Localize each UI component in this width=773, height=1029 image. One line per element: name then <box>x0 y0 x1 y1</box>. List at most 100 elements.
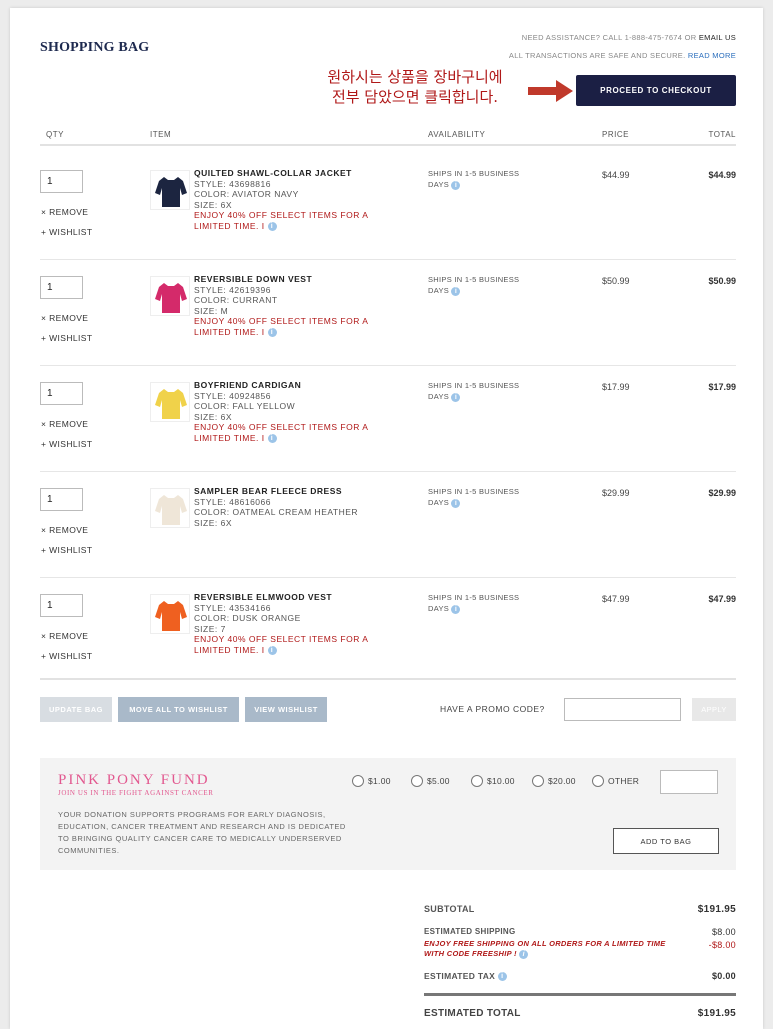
pink-pony-fund: PINK PONY FUND JOIN US IN THE FIGHT AGAI… <box>40 758 736 870</box>
donation-option-other[interactable]: OTHER <box>592 775 639 787</box>
quantity-input[interactable] <box>40 488 83 511</box>
remove-link[interactable]: × REMOVE <box>41 207 88 217</box>
col-price: PRICE <box>602 130 629 139</box>
product-name[interactable]: SAMPLER BEAR FLEECE DRESS <box>194 486 394 497</box>
info-icon[interactable]: i <box>451 286 461 296</box>
quantity-input[interactable] <box>40 170 83 193</box>
product-thumbnail[interactable] <box>150 276 190 316</box>
product-name[interactable]: REVERSIBLE DOWN VEST <box>194 274 394 285</box>
product-name[interactable]: BOYFRIEND CARDIGAN <box>194 380 394 391</box>
style-label: STYLE: <box>194 602 227 613</box>
view-wishlist-button[interactable]: VIEW WISHLIST <box>245 697 327 722</box>
col-item: ITEM <box>150 130 172 139</box>
add-to-bag-button[interactable]: ADD TO BAG <box>613 828 719 854</box>
product-name[interactable]: REVERSIBLE ELMWOOD VEST <box>194 592 394 603</box>
info-icon[interactable]: i <box>451 498 461 508</box>
info-icon[interactable]: i <box>267 221 277 231</box>
read-more-link[interactable]: READ MORE <box>688 51 736 60</box>
remove-link[interactable]: × REMOVE <box>41 313 88 323</box>
availability-text: SHIPS IN 1-5 BUSINESS DAYS <box>428 169 520 189</box>
apply-button[interactable]: APPLY <box>692 698 736 721</box>
promo-text: ENJOY 40% OFF SELECT ITEMS FOR A LIMITED… <box>194 422 368 443</box>
product-name[interactable]: QUILTED SHAWL-COLLAR JACKET <box>194 168 394 179</box>
product-image <box>155 283 187 313</box>
quantity-input[interactable] <box>40 382 83 405</box>
product-info: REVERSIBLE ELMWOOD VEST STYLE: 43534166 … <box>194 592 394 655</box>
remove-link[interactable]: × REMOVE <box>41 525 88 535</box>
item-total: $44.99 <box>708 170 736 180</box>
move-all-to-wishlist-button[interactable]: MOVE ALL TO WISHLIST <box>118 697 239 722</box>
donation-option-20[interactable]: $20.00 <box>532 775 576 787</box>
other-amount-input[interactable] <box>660 770 718 794</box>
add-to-wishlist-link[interactable]: + WISHLIST <box>41 333 92 343</box>
style-number: 42619396 <box>229 284 271 295</box>
donation-option-label: OTHER <box>608 776 640 786</box>
color-label: COLOR: <box>194 401 230 411</box>
size-value: 6X <box>220 199 233 210</box>
size-label: SIZE: <box>194 517 218 528</box>
info-icon[interactable]: i <box>451 392 461 402</box>
donation-option-1[interactable]: $1.00 <box>352 775 391 787</box>
availability: SHIPS IN 1-5 BUSINESS DAYS i <box>428 486 538 508</box>
size-value: M <box>220 305 229 316</box>
info-icon[interactable]: i <box>267 645 277 655</box>
size-value: 6X <box>220 517 233 528</box>
size-label: SIZE: <box>194 411 218 422</box>
tax-label-wrap: ESTIMATED TAX i <box>424 971 507 982</box>
product-thumbnail[interactable] <box>150 382 190 422</box>
email-us-link[interactable]: EMAIL US <box>699 33 736 42</box>
style-number: 48616066 <box>229 496 271 507</box>
radio-icon[interactable] <box>471 775 483 787</box>
col-qty: QTY <box>46 130 64 139</box>
radio-icon[interactable] <box>532 775 544 787</box>
product-info: REVERSIBLE DOWN VEST STYLE: 42619396 COL… <box>194 274 394 337</box>
item-total: $50.99 <box>708 276 736 286</box>
annotation-line-2: 전부 담았으면 클릭합니다. <box>331 88 499 106</box>
promo-text: ENJOY 40% OFF SELECT ITEMS FOR A LIMITED… <box>194 210 368 231</box>
quantity-input[interactable] <box>40 594 83 617</box>
radio-icon[interactable] <box>411 775 423 787</box>
add-to-wishlist-link[interactable]: + WISHLIST <box>41 651 92 661</box>
donation-option-10[interactable]: $10.00 <box>471 775 515 787</box>
color-value: CURRANT <box>232 295 278 305</box>
info-icon[interactable]: i <box>451 604 461 614</box>
product-info: BOYFRIEND CARDIGAN STYLE: 40924856 COLOR… <box>194 380 394 443</box>
add-to-wishlist-link[interactable]: + WISHLIST <box>41 227 92 237</box>
update-bag-button[interactable]: UPDATE BAG <box>40 697 112 722</box>
add-to-wishlist-link[interactable]: + WISHLIST <box>41 545 92 555</box>
product-info: SAMPLER BEAR FLEECE DRESS STYLE: 4861606… <box>194 486 394 528</box>
info-icon[interactable]: i <box>267 327 277 337</box>
promo-message: ENJOY 40% OFF SELECT ITEMS FOR A LIMITED… <box>194 316 394 337</box>
color-value: AVIATOR NAVY <box>232 189 299 199</box>
page-title: SHOPPING BAG <box>40 40 150 55</box>
col-total: TOTAL <box>708 130 736 139</box>
color-label: COLOR: <box>194 295 230 305</box>
item-price: $29.99 <box>602 488 630 498</box>
quantity-input[interactable] <box>40 276 83 299</box>
info-icon[interactable]: i <box>267 433 277 443</box>
add-to-wishlist-link[interactable]: + WISHLIST <box>41 439 92 449</box>
radio-icon[interactable] <box>592 775 604 787</box>
product-thumbnail[interactable] <box>150 594 190 634</box>
remove-link[interactable]: × REMOVE <box>41 419 88 429</box>
info-icon[interactable]: i <box>451 180 461 190</box>
shipping-value: $8.00 <box>711 927 736 937</box>
item-price: $47.99 <box>602 594 630 604</box>
promo-code-input[interactable] <box>564 698 681 721</box>
items-bottom-divider <box>40 678 736 680</box>
proceed-to-checkout-button[interactable]: PROCEED TO CHECKOUT <box>576 75 736 106</box>
info-icon[interactable]: i <box>519 949 529 959</box>
donation-option-label: $5.00 <box>427 776 450 786</box>
radio-icon[interactable] <box>352 775 364 787</box>
promo-text: ENJOY 40% OFF SELECT ITEMS FOR A LIMITED… <box>194 634 368 655</box>
color-value: FALL YELLOW <box>232 401 296 411</box>
availability-text: SHIPS IN 1-5 BUSINESS DAYS <box>428 381 520 401</box>
product-thumbnail[interactable] <box>150 488 190 528</box>
product-thumbnail[interactable] <box>150 170 190 210</box>
availability: SHIPS IN 1-5 BUSINESS DAYS i <box>428 380 538 402</box>
donation-option-label: $1.00 <box>368 776 391 786</box>
donation-option-5[interactable]: $5.00 <box>411 775 450 787</box>
remove-link[interactable]: × REMOVE <box>41 631 88 641</box>
promo-code-label: HAVE A PROMO CODE? <box>440 704 545 714</box>
info-icon[interactable]: i <box>497 972 507 982</box>
